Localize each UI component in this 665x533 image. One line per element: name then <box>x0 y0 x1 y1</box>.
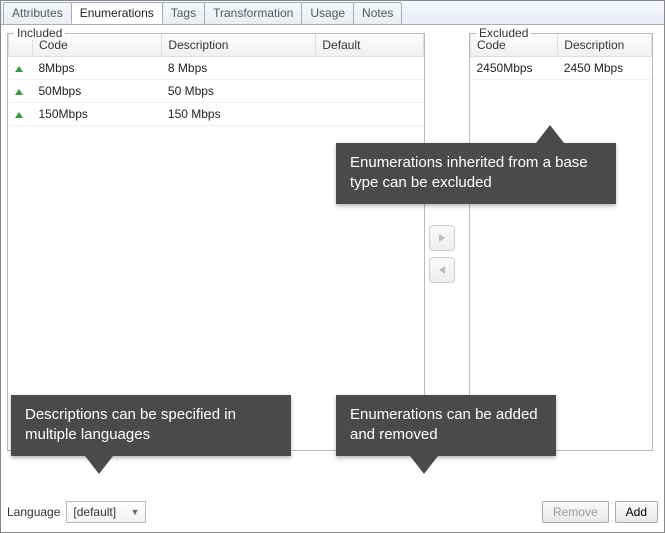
tab-notes[interactable]: Notes <box>353 2 402 24</box>
cell-code: 2450Mbps <box>471 56 558 79</box>
excluded-group: Excluded Code Description 2450Mbps 2450 … <box>469 33 653 451</box>
table-row[interactable]: 50Mbps 50 Mbps <box>9 79 424 102</box>
callout-text: Enumerations inherited from a base type … <box>350 154 588 191</box>
cell-description: 8 Mbps <box>162 56 316 79</box>
move-left-button[interactable] <box>429 257 455 283</box>
cell-default <box>316 56 424 79</box>
move-left-icon <box>436 264 448 276</box>
language-select[interactable]: [default] ▼ <box>66 501 146 523</box>
callout-text: Descriptions can be specified in multipl… <box>25 406 236 443</box>
tab-usage[interactable]: Usage <box>301 2 354 24</box>
tab-tags[interactable]: Tags <box>162 2 205 24</box>
inherited-icon <box>15 89 23 95</box>
callout-add-remove: Enumerations can be added and removed <box>336 395 556 456</box>
cell-description: 150 Mbps <box>162 102 316 125</box>
excluded-legend: Excluded <box>476 26 531 40</box>
callout-languages: Descriptions can be specified in multipl… <box>11 395 291 456</box>
callout-exclude: Enumerations inherited from a base type … <box>336 143 616 204</box>
included-table[interactable]: Code Description Default 8Mbps 8 Mbps 5 <box>8 34 424 126</box>
cell-code: 50Mbps <box>33 79 162 102</box>
language-value: [default] <box>73 505 116 519</box>
callout-pointer-icon <box>85 456 113 474</box>
move-right-button[interactable] <box>429 225 455 251</box>
table-row[interactable]: 8Mbps 8 Mbps <box>9 56 424 79</box>
col-description[interactable]: Description <box>162 34 316 56</box>
callout-pointer-icon <box>536 125 564 143</box>
table-row[interactable]: 150Mbps 150 Mbps <box>9 102 424 125</box>
tab-attributes[interactable]: Attributes <box>3 2 72 24</box>
cell-code: 8Mbps <box>33 56 162 79</box>
bottom-toolbar: Language [default] ▼ Remove Add <box>7 498 658 526</box>
cell-code: 150Mbps <box>33 102 162 125</box>
move-right-icon <box>436 232 448 244</box>
tab-transformation[interactable]: Transformation <box>204 2 302 24</box>
transfer-buttons <box>429 225 465 289</box>
callout-pointer-icon <box>410 456 438 474</box>
remove-button[interactable]: Remove <box>542 501 609 523</box>
inherited-icon <box>15 112 23 118</box>
language-label: Language <box>7 505 60 519</box>
cell-description: 2450 Mbps <box>558 56 652 79</box>
cell-default <box>316 79 424 102</box>
callout-text: Enumerations can be added and removed <box>350 406 538 443</box>
inherited-icon <box>15 66 23 72</box>
enumerations-editor-window: Attributes Enumerations Tags Transformat… <box>0 0 665 533</box>
col-description[interactable]: Description <box>558 34 652 56</box>
excluded-table[interactable]: Code Description 2450Mbps 2450 Mbps <box>470 34 652 80</box>
tab-enumerations[interactable]: Enumerations <box>71 2 163 24</box>
cell-description: 50 Mbps <box>162 79 316 102</box>
tab-strip: Attributes Enumerations Tags Transformat… <box>1 1 664 25</box>
included-group: Included Code Description Default 8Mbps … <box>7 33 425 451</box>
table-row[interactable]: 2450Mbps 2450 Mbps <box>471 56 652 79</box>
included-legend: Included <box>14 26 65 40</box>
cell-default <box>316 102 424 125</box>
chevron-down-icon: ▼ <box>130 507 139 517</box>
add-button[interactable]: Add <box>615 501 658 523</box>
tab-body: Included Code Description Default 8Mbps … <box>1 25 664 532</box>
col-default[interactable]: Default <box>316 34 424 56</box>
